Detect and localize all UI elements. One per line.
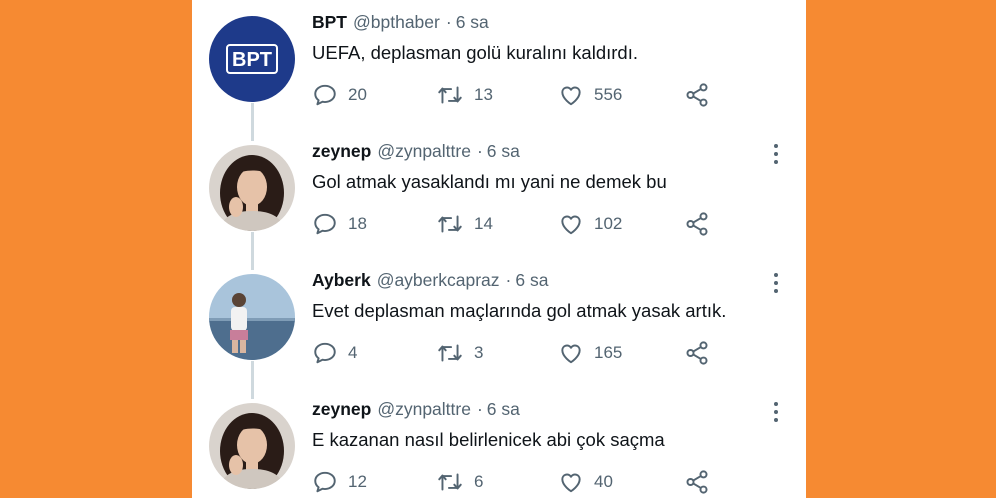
reply-count: 20 xyxy=(348,85,367,104)
avatar-logo-text: BPT xyxy=(232,49,272,71)
like-count: 40 xyxy=(594,472,613,491)
like-icon xyxy=(561,86,581,106)
tweet-actions: 20 13 556 xyxy=(312,80,782,110)
timestamp[interactable]: 6 sa xyxy=(487,399,520,419)
tweet-actions: 18 14 102 xyxy=(312,209,782,239)
more-options-icon[interactable] xyxy=(766,399,786,425)
retweet-icon xyxy=(438,215,462,233)
like-count: 102 xyxy=(594,214,623,233)
like-count: 556 xyxy=(594,85,623,104)
separator-dot: · xyxy=(476,141,483,161)
share-button[interactable] xyxy=(684,80,710,110)
share-icon xyxy=(686,212,708,236)
retweet-icon xyxy=(438,473,462,491)
tweet-ayberk[interactable]: Ayberk @ayberkcapraz · 6 sa Evet deplasman … xyxy=(192,258,806,387)
tweet-bpt[interactable]: BPT BPT @bpthaber · 6 sa UEFA, deplasman go… xyxy=(192,0,806,129)
separator-dot: · xyxy=(505,270,512,290)
retweet-icon xyxy=(438,344,462,362)
reply-icon xyxy=(314,342,336,364)
tweet-zeynep-2[interactable]: zeynep @zynpalttre · 6 sa E kazanan nasıl b… xyxy=(192,387,806,498)
tweet-zeynep[interactable]: zeynep @zynpalttre · 6 sa Gol atmak yasakla… xyxy=(192,129,806,258)
tweet-header: Ayberk @ayberkcapraz · 6 sa xyxy=(312,270,548,291)
retweet-count: 14 xyxy=(474,214,493,233)
reply-count: 12 xyxy=(348,472,367,491)
like-button[interactable]: 556 xyxy=(558,80,622,110)
reply-icon xyxy=(314,471,336,493)
display-name[interactable]: BPT xyxy=(312,12,347,32)
tweet-text: E kazanan nasıl belirlenicek abi çok saç… xyxy=(312,429,665,450)
retweet-count: 3 xyxy=(474,343,484,362)
timestamp[interactable]: 6 sa xyxy=(487,141,520,161)
more-options-icon[interactable] xyxy=(766,141,786,167)
like-button[interactable]: 40 xyxy=(558,467,613,497)
reply-icon xyxy=(314,84,336,106)
user-handle[interactable]: @zynpalttre xyxy=(377,141,471,161)
avatar[interactable] xyxy=(209,145,295,231)
retweet-button[interactable]: 6 xyxy=(436,467,483,497)
display-name[interactable]: Ayberk xyxy=(312,270,371,290)
reply-button[interactable]: 20 xyxy=(312,80,367,110)
share-button[interactable] xyxy=(684,467,710,497)
timestamp[interactable]: 6 sa xyxy=(456,12,489,32)
reply-count: 18 xyxy=(348,214,367,233)
timestamp[interactable]: 6 sa xyxy=(515,270,548,290)
user-handle[interactable]: @zynpalttre xyxy=(377,399,471,419)
separator-dot: · xyxy=(445,12,452,32)
user-handle[interactable]: @ayberkcapraz xyxy=(377,270,500,290)
tweet-actions: 4 3 165 xyxy=(312,338,782,368)
reply-button[interactable]: 4 xyxy=(312,338,357,368)
reply-button[interactable]: 12 xyxy=(312,467,367,497)
like-icon xyxy=(561,344,581,364)
tweet-actions: 12 6 40 xyxy=(312,467,782,497)
share-button[interactable] xyxy=(684,338,710,368)
tweet-thread-panel: BPT BPT @bpthaber · 6 sa UEFA, deplasman go… xyxy=(192,0,806,498)
avatar[interactable]: BPT xyxy=(209,16,295,102)
tweet-text: Evet deplasman maçlarında gol atmak yasa… xyxy=(312,300,727,321)
reply-count: 4 xyxy=(348,343,358,362)
share-icon xyxy=(686,470,708,494)
display-name[interactable]: zeynep xyxy=(312,141,371,161)
retweet-count: 13 xyxy=(474,85,493,104)
share-icon xyxy=(686,83,708,107)
retweet-button[interactable]: 14 xyxy=(436,209,493,239)
like-button[interactable]: 165 xyxy=(558,338,622,368)
share-button[interactable] xyxy=(684,209,710,239)
like-count: 165 xyxy=(594,343,623,362)
tweet-header: zeynep @zynpalttre · 6 sa xyxy=(312,141,520,162)
reply-button[interactable]: 18 xyxy=(312,209,367,239)
like-icon xyxy=(561,215,581,235)
tweet-header: BPT @bpthaber · 6 sa xyxy=(312,12,489,33)
display-name[interactable]: zeynep xyxy=(312,399,371,419)
like-icon xyxy=(561,473,581,493)
retweet-icon xyxy=(438,86,462,104)
like-button[interactable]: 102 xyxy=(558,209,622,239)
tweet-header: zeynep @zynpalttre · 6 sa xyxy=(312,399,520,420)
retweet-button[interactable]: 13 xyxy=(436,80,493,110)
tweet-text: Gol atmak yasaklandı mı yani ne demek bu xyxy=(312,171,667,192)
more-options-icon[interactable] xyxy=(766,270,786,296)
separator-dot: · xyxy=(476,399,483,419)
avatar[interactable] xyxy=(209,274,295,360)
share-icon xyxy=(686,341,708,365)
reply-icon xyxy=(314,213,336,235)
avatar[interactable] xyxy=(209,403,295,489)
tweet-text: UEFA, deplasman golü kuralını kaldırdı. xyxy=(312,42,638,63)
retweet-button[interactable]: 3 xyxy=(436,338,483,368)
user-handle[interactable]: @bpthaber xyxy=(353,12,440,32)
retweet-count: 6 xyxy=(474,472,484,491)
